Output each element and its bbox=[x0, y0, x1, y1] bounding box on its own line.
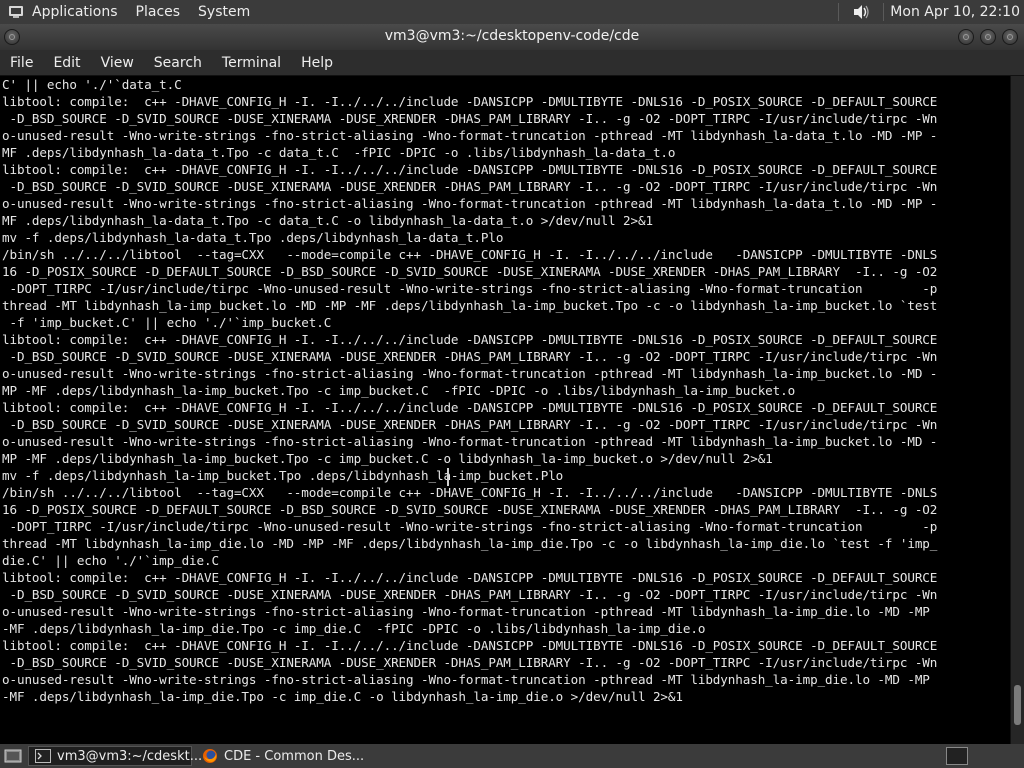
firefox-icon bbox=[203, 749, 217, 763]
terminal-text: C' || echo './'`data_t.C libtool: compil… bbox=[2, 77, 938, 704]
taskbar-item-firefox[interactable]: CDE - Common Des... bbox=[196, 746, 366, 766]
menu-file[interactable]: File bbox=[0, 55, 43, 71]
terminal-output[interactable]: C' || echo './'`data_t.C libtool: compil… bbox=[0, 76, 1010, 744]
workspace-switcher-icon[interactable] bbox=[946, 747, 968, 765]
panel-menu-places[interactable]: Places bbox=[136, 4, 181, 20]
panel-menu-applications[interactable]: Applications bbox=[32, 4, 118, 20]
panel-menus: Applications Places System bbox=[0, 0, 268, 24]
bottom-panel: vm3@vm3:~/cdeskt... CDE - Common Des... bbox=[0, 744, 1024, 768]
taskbar-item-label: CDE - Common Des... bbox=[224, 748, 365, 764]
panel-separator bbox=[883, 3, 885, 21]
terminal-window: vm3@vm3:~/cdesktopenv-code/cde File Edit… bbox=[0, 24, 1024, 744]
menu-edit[interactable]: Edit bbox=[43, 55, 90, 71]
panel-menu-system[interactable]: System bbox=[198, 4, 250, 20]
clock[interactable]: Mon Apr 10, 22:10 bbox=[890, 4, 1020, 20]
taskbar-item-label: vm3@vm3:~/cdeskt... bbox=[57, 748, 203, 764]
menu-view[interactable]: View bbox=[91, 55, 144, 71]
scrollbar-thumb[interactable] bbox=[1014, 685, 1021, 726]
window-titlebar[interactable]: vm3@vm3:~/cdesktopenv-code/cde bbox=[0, 24, 1024, 50]
app-menu-icon[interactable] bbox=[8, 4, 24, 20]
taskbar-item-terminal[interactable]: vm3@vm3:~/cdeskt... bbox=[28, 746, 202, 766]
volume-icon[interactable] bbox=[851, 2, 871, 22]
menu-search[interactable]: Search bbox=[144, 55, 212, 71]
menubar: File Edit View Search Terminal Help bbox=[0, 50, 1024, 76]
menu-help[interactable]: Help bbox=[291, 55, 343, 71]
maximize-icon[interactable] bbox=[980, 29, 996, 45]
show-desktop-icon[interactable] bbox=[4, 748, 22, 764]
scrollbar[interactable] bbox=[1010, 76, 1024, 744]
close-icon[interactable] bbox=[1002, 29, 1018, 45]
minimize-icon[interactable] bbox=[958, 29, 974, 45]
top-panel: Applications Places System Mon Apr 10, 2… bbox=[0, 0, 1024, 24]
panel-separator bbox=[838, 3, 840, 21]
text-cursor-icon bbox=[447, 468, 449, 486]
terminal-icon bbox=[35, 749, 51, 763]
window-title: vm3@vm3:~/cdesktopenv-code/cde bbox=[384, 28, 640, 44]
menu-terminal[interactable]: Terminal bbox=[212, 55, 291, 71]
